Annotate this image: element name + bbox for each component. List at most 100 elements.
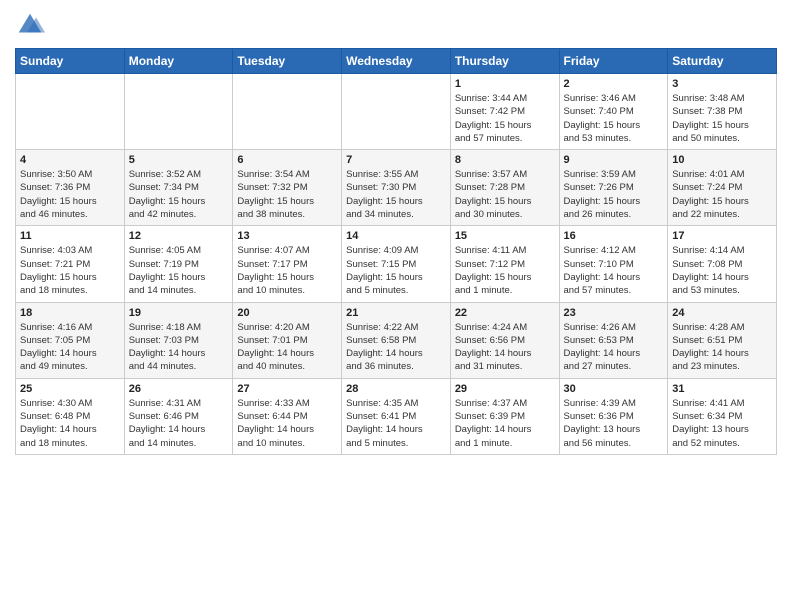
day-info: Sunrise: 3:48 AM Sunset: 7:38 PM Dayligh…	[672, 92, 772, 145]
day-info: Sunrise: 3:50 AM Sunset: 7:36 PM Dayligh…	[20, 168, 120, 221]
day-number: 25	[20, 383, 120, 395]
calendar-cell: 3 Sunrise: 3:48 AM Sunset: 7:38 PM Daylig…	[668, 74, 777, 150]
column-header-sunday: Sunday	[16, 49, 125, 74]
calendar-cell: 25 Sunrise: 4:30 AM Sunset: 6:48 PM Dayli…	[16, 378, 125, 454]
calendar-cell: 4Sunrise: 3:50 AM Sunset: 7:36 PM Daylig…	[16, 150, 125, 226]
calendar-cell: 21Sunrise: 4:22 AM Sunset: 6:58 PM Dayli…	[342, 302, 451, 378]
column-header-tuesday: Tuesday	[233, 49, 342, 74]
day-number: 28	[346, 383, 446, 395]
day-info: Sunrise: 4:39 AM Sunset: 6:36 PM Dayligh…	[564, 397, 664, 450]
day-number: 3	[672, 78, 772, 90]
calendar-cell: 7Sunrise: 3:55 AM Sunset: 7:30 PM Daylig…	[342, 150, 451, 226]
day-info: Sunrise: 4:26 AM Sunset: 6:53 PM Dayligh…	[564, 321, 664, 374]
calendar-cell: 15 Sunrise: 4:11 AM Sunset: 7:12 PM Dayli…	[450, 226, 559, 302]
day-number: 26	[129, 383, 229, 395]
calendar-header-row: SundayMondayTuesdayWednesdayThursdayFrid…	[16, 49, 777, 74]
day-info: Sunrise: 3:44 AM Sunset: 7:42 PM Dayligh…	[455, 92, 555, 145]
day-number: 15	[455, 230, 555, 242]
calendar-cell: 6 Sunrise: 3:54 AM Sunset: 7:32 PM Daylig…	[233, 150, 342, 226]
day-info: Sunrise: 3:59 AM Sunset: 7:26 PM Dayligh…	[564, 168, 664, 221]
day-number: 18	[20, 307, 120, 319]
day-info: Sunrise: 4:24 AM Sunset: 6:56 PM Dayligh…	[455, 321, 555, 374]
day-number: 10	[672, 154, 772, 166]
calendar-cell: 2 Sunrise: 3:46 AM Sunset: 7:40 PM Daylig…	[559, 74, 668, 150]
calendar-cell: 11 Sunrise: 4:03 AM Sunset: 7:21 PM Dayli…	[16, 226, 125, 302]
calendar-cell: 12 Sunrise: 4:05 AM Sunset: 7:19 PM Dayli…	[124, 226, 233, 302]
day-info: Sunrise: 3:46 AM Sunset: 7:40 PM Dayligh…	[564, 92, 664, 145]
column-header-saturday: Saturday	[668, 49, 777, 74]
day-info: Sunrise: 4:05 AM Sunset: 7:19 PM Dayligh…	[129, 244, 229, 297]
day-info: Sunrise: 4:09 AM Sunset: 7:15 PM Dayligh…	[346, 244, 446, 297]
calendar-cell: 9 Sunrise: 3:59 AM Sunset: 7:26 PM Daylig…	[559, 150, 668, 226]
calendar-cell: 26 Sunrise: 4:31 AM Sunset: 6:46 PM Dayli…	[124, 378, 233, 454]
day-info: Sunrise: 4:30 AM Sunset: 6:48 PM Dayligh…	[20, 397, 120, 450]
calendar-table: SundayMondayTuesdayWednesdayThursdayFrid…	[15, 48, 777, 455]
calendar-cell: 29 Sunrise: 4:37 AM Sunset: 6:39 PM Dayli…	[450, 378, 559, 454]
column-header-monday: Monday	[124, 49, 233, 74]
page-header	[15, 10, 777, 40]
day-info: Sunrise: 4:03 AM Sunset: 7:21 PM Dayligh…	[20, 244, 120, 297]
calendar-cell	[233, 74, 342, 150]
calendar-cell: 13Sunrise: 4:07 AM Sunset: 7:17 PM Dayli…	[233, 226, 342, 302]
calendar-cell	[124, 74, 233, 150]
calendar-cell: 28 Sunrise: 4:35 AM Sunset: 6:41 PM Dayli…	[342, 378, 451, 454]
calendar-cell: 14Sunrise: 4:09 AM Sunset: 7:15 PM Dayli…	[342, 226, 451, 302]
calendar-cell: 23 Sunrise: 4:26 AM Sunset: 6:53 PM Dayli…	[559, 302, 668, 378]
day-number: 23	[564, 307, 664, 319]
day-info: Sunrise: 4:14 AM Sunset: 7:08 PM Dayligh…	[672, 244, 772, 297]
calendar-cell: 24Sunrise: 4:28 AM Sunset: 6:51 PM Dayli…	[668, 302, 777, 378]
calendar-cell	[16, 74, 125, 150]
day-info: Sunrise: 3:52 AM Sunset: 7:34 PM Dayligh…	[129, 168, 229, 221]
day-number: 24	[672, 307, 772, 319]
calendar-cell: 10 Sunrise: 4:01 AM Sunset: 7:24 PM Dayli…	[668, 150, 777, 226]
calendar-week-4: 18Sunrise: 4:16 AM Sunset: 7:05 PM Dayli…	[16, 302, 777, 378]
day-number: 8	[455, 154, 555, 166]
day-info: Sunrise: 4:18 AM Sunset: 7:03 PM Dayligh…	[129, 321, 229, 374]
column-header-friday: Friday	[559, 49, 668, 74]
day-info: Sunrise: 4:35 AM Sunset: 6:41 PM Dayligh…	[346, 397, 446, 450]
day-info: Sunrise: 3:57 AM Sunset: 7:28 PM Dayligh…	[455, 168, 555, 221]
day-number: 20	[237, 307, 337, 319]
day-info: Sunrise: 4:37 AM Sunset: 6:39 PM Dayligh…	[455, 397, 555, 450]
day-number: 9	[564, 154, 664, 166]
day-info: Sunrise: 4:22 AM Sunset: 6:58 PM Dayligh…	[346, 321, 446, 374]
day-number: 2	[564, 78, 664, 90]
column-header-thursday: Thursday	[450, 49, 559, 74]
calendar-cell: 17 Sunrise: 4:14 AM Sunset: 7:08 PM Dayli…	[668, 226, 777, 302]
day-number: 30	[564, 383, 664, 395]
day-info: Sunrise: 4:31 AM Sunset: 6:46 PM Dayligh…	[129, 397, 229, 450]
calendar-cell: 20Sunrise: 4:20 AM Sunset: 7:01 PM Dayli…	[233, 302, 342, 378]
day-number: 7	[346, 154, 446, 166]
day-number: 16	[564, 230, 664, 242]
calendar-cell: 31Sunrise: 4:41 AM Sunset: 6:34 PM Dayli…	[668, 378, 777, 454]
calendar-cell: 22 Sunrise: 4:24 AM Sunset: 6:56 PM Dayli…	[450, 302, 559, 378]
calendar-cell: 1 Sunrise: 3:44 AM Sunset: 7:42 PM Daylig…	[450, 74, 559, 150]
calendar-cell: 30 Sunrise: 4:39 AM Sunset: 6:36 PM Dayli…	[559, 378, 668, 454]
column-header-wednesday: Wednesday	[342, 49, 451, 74]
calendar-week-5: 25 Sunrise: 4:30 AM Sunset: 6:48 PM Dayli…	[16, 378, 777, 454]
day-number: 11	[20, 230, 120, 242]
day-number: 22	[455, 307, 555, 319]
day-info: Sunrise: 4:12 AM Sunset: 7:10 PM Dayligh…	[564, 244, 664, 297]
calendar-cell: 27 Sunrise: 4:33 AM Sunset: 6:44 PM Dayli…	[233, 378, 342, 454]
day-number: 31	[672, 383, 772, 395]
day-number: 29	[455, 383, 555, 395]
day-number: 6	[237, 154, 337, 166]
day-info: Sunrise: 4:33 AM Sunset: 6:44 PM Dayligh…	[237, 397, 337, 450]
calendar-week-1: 1 Sunrise: 3:44 AM Sunset: 7:42 PM Daylig…	[16, 74, 777, 150]
day-number: 5	[129, 154, 229, 166]
day-info: Sunrise: 4:01 AM Sunset: 7:24 PM Dayligh…	[672, 168, 772, 221]
calendar-cell: 8 Sunrise: 3:57 AM Sunset: 7:28 PM Daylig…	[450, 150, 559, 226]
calendar-cell: 19 Sunrise: 4:18 AM Sunset: 7:03 PM Dayli…	[124, 302, 233, 378]
day-number: 27	[237, 383, 337, 395]
day-number: 12	[129, 230, 229, 242]
day-number: 17	[672, 230, 772, 242]
day-info: Sunrise: 4:11 AM Sunset: 7:12 PM Dayligh…	[455, 244, 555, 297]
calendar-cell	[342, 74, 451, 150]
logo-icon	[15, 10, 45, 40]
day-info: Sunrise: 3:54 AM Sunset: 7:32 PM Dayligh…	[237, 168, 337, 221]
day-number: 1	[455, 78, 555, 90]
day-number: 19	[129, 307, 229, 319]
calendar-week-2: 4Sunrise: 3:50 AM Sunset: 7:36 PM Daylig…	[16, 150, 777, 226]
calendar-cell: 5 Sunrise: 3:52 AM Sunset: 7:34 PM Daylig…	[124, 150, 233, 226]
